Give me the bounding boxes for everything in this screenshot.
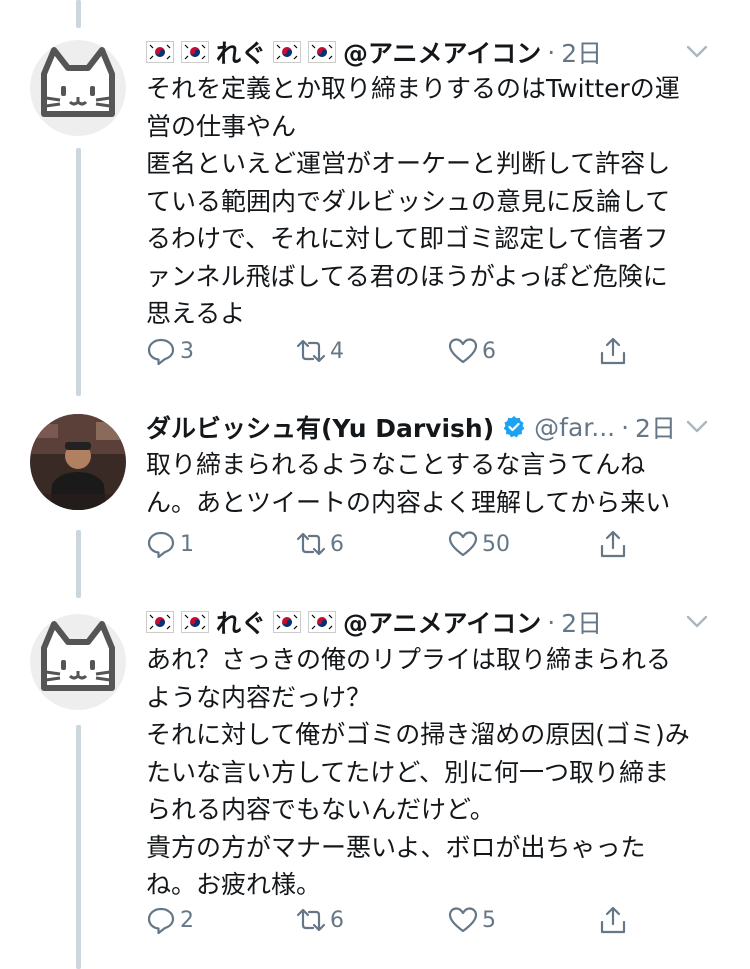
text-line: られる内容でもないんだけど。 — [146, 795, 495, 824]
tweet-text: それを定義とか取り締まりするのはTwitterの運 営の仕事やん 匿名といえど運… — [146, 70, 726, 333]
handle[interactable]: @far... — [534, 413, 615, 442]
thread-line-top — [76, 0, 81, 28]
tweet-header: ダルビッシュ有(Yu Darvish) @far... · 2日 — [146, 409, 730, 445]
thread-line-2 — [76, 530, 81, 598]
reply-button[interactable]: 3 — [146, 336, 194, 366]
display-name[interactable]: ダルビッシュ有(Yu Darvish) — [146, 409, 494, 445]
chevron-down-icon[interactable] — [684, 413, 710, 439]
text-line: 匿名といえど運営がオーケーと判断して許容し — [146, 149, 671, 178]
share-button[interactable] — [598, 336, 628, 366]
reply-icon — [147, 531, 175, 559]
like-count: 6 — [482, 338, 496, 364]
verified-badge-icon — [503, 416, 525, 438]
reply-icon — [147, 907, 175, 935]
text-line: ね。お疲れ様。 — [146, 870, 322, 899]
like-button[interactable]: 6 — [448, 336, 496, 366]
korean-flag-icon — [273, 611, 302, 633]
reply-count: 1 — [180, 531, 194, 557]
timestamp[interactable]: 2日 — [561, 34, 602, 70]
handle[interactable]: @アニメアイコン — [343, 604, 541, 640]
share-button[interactable] — [598, 529, 628, 559]
display-name[interactable]: れぐ — [216, 34, 266, 70]
avatar[interactable] — [30, 40, 126, 136]
chevron-down-icon[interactable] — [684, 38, 710, 64]
timestamp[interactable]: 2日 — [561, 604, 602, 640]
like-count: 5 — [482, 907, 496, 933]
separator-dot: · — [621, 412, 630, 442]
avatar[interactable] — [30, 614, 126, 710]
text-line: ような内容だっけ？ — [146, 682, 372, 712]
thread-line-1 — [76, 148, 81, 396]
tweet-actions: 1 6 50 — [146, 529, 646, 569]
text-line: あれ？さっきの俺のリプライは取り締まられる — [146, 645, 672, 674]
avatar[interactable] — [30, 414, 126, 510]
timestamp[interactable]: 2日 — [635, 409, 676, 445]
korean-flag-icon — [181, 611, 209, 633]
heart-icon — [448, 338, 478, 364]
tweet-text: あれ？さっきの俺のリプライは取り締まられる ような内容だっけ？ それに対して俺が… — [146, 641, 726, 904]
share-icon — [600, 337, 626, 365]
share-icon — [600, 906, 626, 934]
tweet-header: れぐ @アニメアイコン · 2日 — [146, 604, 730, 640]
share-button[interactable] — [598, 905, 628, 935]
share-icon — [600, 530, 626, 558]
reply-count: 2 — [180, 907, 194, 933]
retweet-button[interactable]: 6 — [296, 529, 344, 559]
profile-photo-image — [30, 414, 126, 510]
cat-face-icon — [30, 40, 126, 136]
korean-flag-icon — [308, 41, 337, 63]
text-line: るわけで、それに対して即ゴミ認定して信者フ — [146, 224, 669, 253]
tweet-actions: 3 4 6 — [146, 336, 646, 376]
heart-icon — [448, 907, 478, 933]
korean-flag-icon — [181, 41, 209, 63]
text-line: 営の仕事やん — [146, 111, 297, 141]
retweet-button[interactable]: 6 — [296, 905, 344, 935]
tweet-actions: 2 6 5 — [146, 905, 646, 945]
heart-icon — [448, 531, 478, 557]
retweet-icon — [296, 339, 326, 363]
handle[interactable]: @アニメアイコン — [343, 34, 541, 70]
text-line: それに対して俺がゴミの掃き溜めの原因(ゴミ)み — [146, 720, 690, 749]
korean-flag-icon — [146, 611, 174, 633]
like-count: 50 — [482, 531, 510, 557]
like-button[interactable]: 5 — [448, 905, 496, 935]
retweet-count: 6 — [330, 531, 344, 557]
retweet-icon — [296, 532, 326, 556]
text-line: それを定義とか取り締まりするのはTwitterの運 — [146, 74, 680, 103]
text-line: ん。あとツイートの内容よく理解してから来い — [146, 487, 671, 517]
reply-button[interactable]: 2 — [146, 905, 194, 935]
reply-count: 3 — [180, 338, 194, 364]
korean-flag-icon — [273, 41, 302, 63]
retweet-count: 6 — [330, 907, 344, 933]
tweet-text: 取り締まられるようなことするな言うてんね ん。あとツイートの内容よく理解してから… — [146, 446, 726, 521]
cat-face-icon — [30, 614, 126, 710]
separator-dot: · — [547, 607, 556, 637]
like-button[interactable]: 50 — [448, 529, 510, 559]
thread-line-3 — [76, 725, 81, 969]
retweet-icon — [296, 908, 326, 932]
text-line: たいな言い方してたけど、別に何一つ取り締ま — [146, 757, 670, 787]
text-line: ァンネル飛ばしてる君のほうがよっぽど危険に — [146, 261, 668, 291]
text-line: 思えるよ — [146, 299, 246, 328]
display-name[interactable]: れぐ — [216, 604, 266, 640]
text-line: ている範囲内でダルビッシュの意見に反論して — [146, 186, 671, 216]
reply-icon — [147, 338, 175, 366]
retweet-button[interactable]: 4 — [296, 336, 344, 366]
tweet-header: れぐ @アニメアイコン · 2日 — [146, 34, 730, 70]
text-line: 貴方の方がマナー悪いよ、ボロが出ちゃった — [146, 832, 646, 862]
chevron-down-icon[interactable] — [684, 608, 710, 634]
text-line: 取り締まられるようなことするな言うてんね — [146, 450, 646, 479]
korean-flag-icon — [308, 611, 337, 633]
separator-dot: · — [547, 37, 556, 67]
reply-button[interactable]: 1 — [146, 529, 194, 559]
retweet-count: 4 — [330, 338, 344, 364]
korean-flag-icon — [146, 41, 174, 63]
